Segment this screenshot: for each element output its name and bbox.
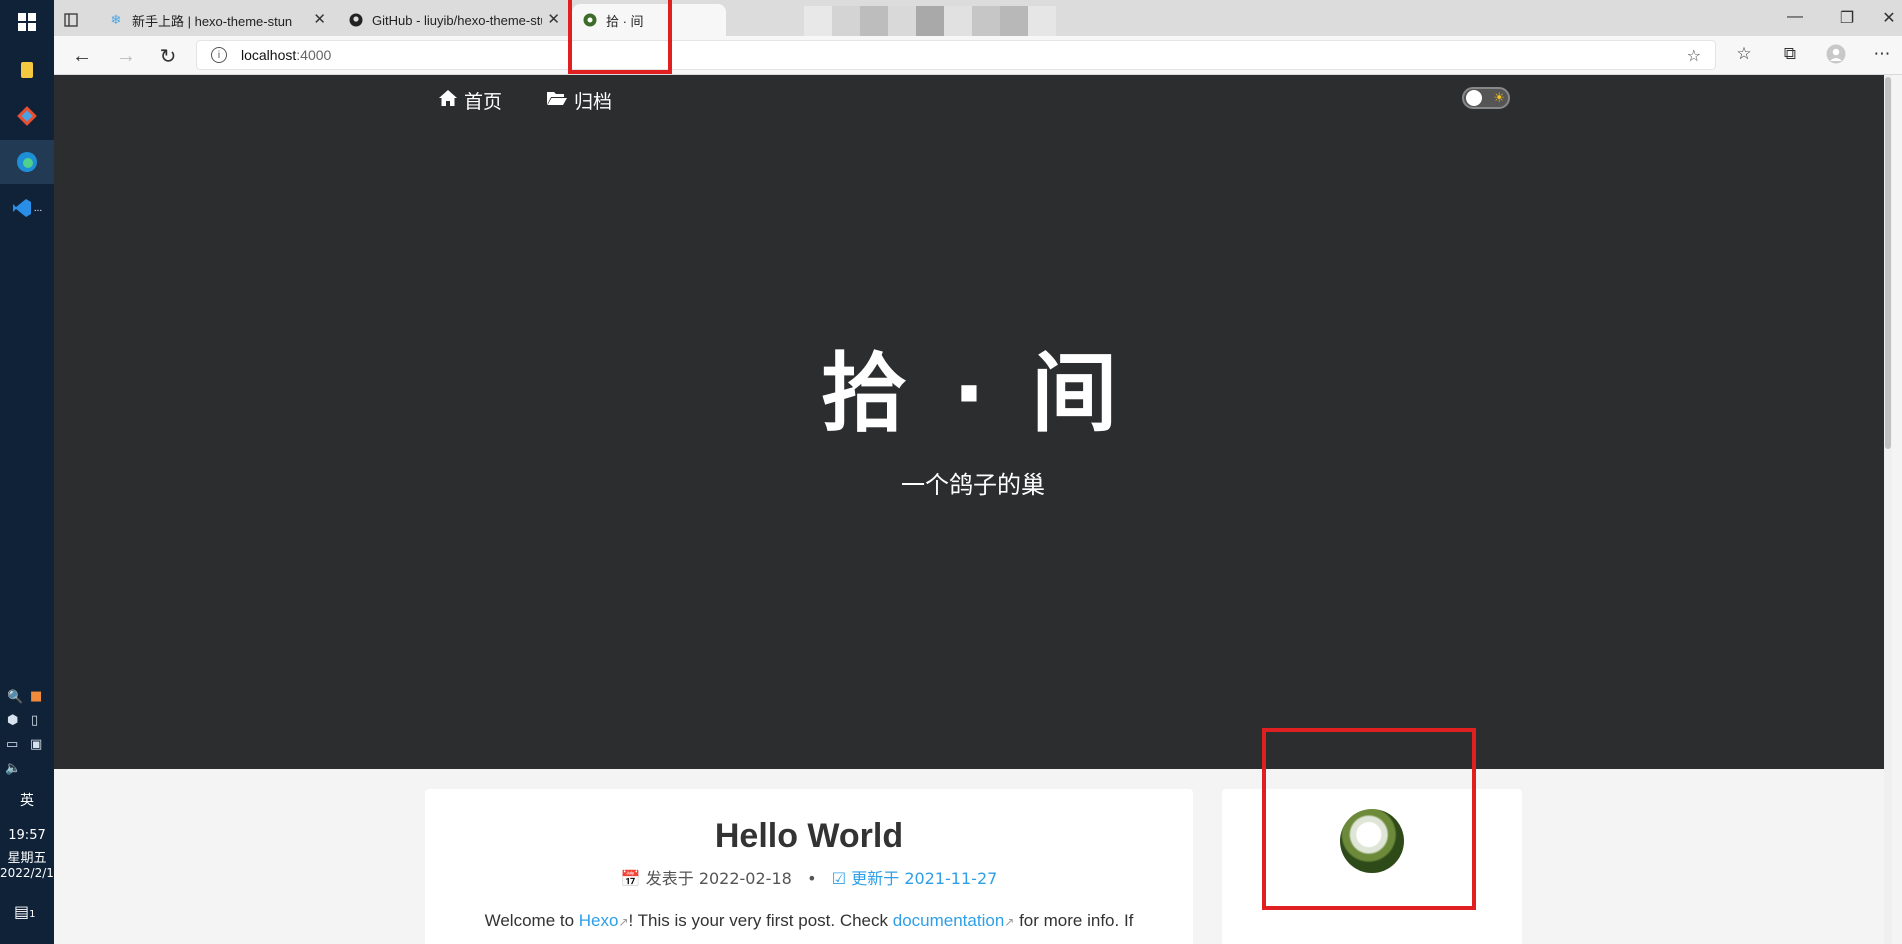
defender-tray-icon[interactable]: ⬢ xyxy=(7,713,18,728)
profile-avatar-icon[interactable] xyxy=(1824,44,1848,69)
home-icon xyxy=(438,89,458,112)
notification-center-icon[interactable]: ▤1 xyxy=(14,902,36,921)
file-explorer-icon[interactable] xyxy=(0,48,54,92)
refresh-icon: ↻ xyxy=(159,45,177,68)
tab-actions-button[interactable] xyxy=(54,4,94,36)
browser-toolbar: ← → ↻ i localhost:4000 ☆ ☆ ⧉ ⋯ xyxy=(54,36,1902,75)
external-link-icon: ↗ xyxy=(1004,915,1015,929)
vscode-label: ... xyxy=(33,202,43,214)
windows-start-icon[interactable] xyxy=(0,0,54,44)
post-title[interactable]: Hello World xyxy=(425,817,1193,856)
close-icon[interactable]: ✕ xyxy=(313,10,326,28)
site-title: 拾 · 间 xyxy=(820,344,1126,444)
add-favorite-icon[interactable]: ☆ xyxy=(1687,46,1701,66)
nav-archive-link[interactable]: 归档 xyxy=(546,87,612,114)
updated-label: 更新于 xyxy=(851,869,900,888)
ime-indicator[interactable]: 英 xyxy=(0,790,54,810)
calendar-plus-icon: 📅 xyxy=(620,869,641,888)
dark-mode-toggle[interactable]: ☀ xyxy=(1462,87,1510,109)
post-card: Hello World 📅 发表于 2022-02-18 • ☑ 更新于 202… xyxy=(425,789,1193,944)
clock-time[interactable]: 19:57 xyxy=(0,828,54,843)
published-date: 2022-02-18 xyxy=(698,869,792,888)
edge-browser-icon[interactable] xyxy=(0,140,54,184)
volume-tray-icon[interactable]: 🔈 xyxy=(5,761,21,776)
documentation-link[interactable]: documentation xyxy=(893,911,1005,930)
tab-title: 新手上路 | hexo-theme-stun xyxy=(132,13,293,29)
calendar-check-icon: ☑ xyxy=(831,869,847,888)
more-menu-icon[interactable]: ⋯ xyxy=(1870,44,1894,64)
scrollbar-thumb[interactable] xyxy=(1885,77,1891,449)
battery-tray-icon[interactable]: ▭ xyxy=(6,737,18,752)
page-scrollbar[interactable] xyxy=(1884,75,1892,944)
address-url[interactable]: localhost:4000 xyxy=(241,47,331,63)
collections-icon[interactable]: ⧉ xyxy=(1778,44,1802,64)
tab-github[interactable]: GitHub - liuyib/hexo-theme-stun ✕ xyxy=(338,4,568,36)
vscode-icon[interactable]: ... xyxy=(0,186,54,230)
tab-title: GitHub - liuyib/hexo-theme-stun xyxy=(372,12,542,28)
url-host: localhost xyxy=(241,47,297,63)
hexo-link[interactable]: Hexo xyxy=(579,911,619,930)
tab-actions-icon xyxy=(64,12,78,28)
stun-favicon-icon: ❄ xyxy=(110,12,122,27)
git-icon[interactable] xyxy=(0,94,54,138)
forward-button[interactable]: → xyxy=(112,42,140,70)
excerpt-text: for more info. If xyxy=(1014,911,1134,930)
windows-taskbar: ... 🔍 ■ ⬢ ▯ ▭ ▣ 🔈 英 19:57 星期五 2022/2/18 … xyxy=(0,0,62,944)
post-meta: 📅 发表于 2022-02-18 • ☑ 更新于 2021-11-27 xyxy=(425,865,1193,889)
excerpt-text: ! This is your very first post. Check xyxy=(628,911,893,930)
site-info-icon[interactable]: i xyxy=(211,47,227,63)
meta-separator: • xyxy=(807,869,817,888)
window-close-button[interactable]: ✕ xyxy=(1874,8,1902,28)
arrow-right-icon: → xyxy=(116,44,136,67)
sun-icon: ☀ xyxy=(1493,90,1505,105)
browser-tab-strip: ❄ 新手上路 | hexo-theme-stun ✕ GitHub - liuy… xyxy=(54,0,1902,42)
toggle-knob xyxy=(1466,90,1482,106)
favorites-icon[interactable]: ☆ xyxy=(1732,44,1756,64)
post-excerpt: Welcome to Hexo↗! This is your very firs… xyxy=(425,911,1193,931)
refresh-button[interactable]: ↻ xyxy=(154,42,182,70)
github-icon xyxy=(348,12,364,28)
web-page: 首页 归档 ☀ 拾 · 间 一个鸽子的巢 Hello World 📅 发表于 2… xyxy=(54,75,1892,944)
highlight-box-avatar xyxy=(1262,728,1476,910)
updated-date: 2021-11-27 xyxy=(904,869,998,888)
notification-count: 1 xyxy=(29,909,36,920)
search-tray-icon[interactable]: 🔍 xyxy=(7,690,23,705)
restore-button[interactable]: ❐ xyxy=(1832,8,1862,28)
close-icon[interactable]: ✕ xyxy=(547,10,560,28)
url-port: :4000 xyxy=(296,47,332,63)
excerpt-text: Welcome to xyxy=(484,911,579,930)
folder-open-icon xyxy=(546,90,568,111)
external-link-icon: ↗ xyxy=(618,915,629,929)
site-header-hero: 首页 归档 ☀ 拾 · 间 一个鸽子的巢 xyxy=(54,75,1892,769)
back-button[interactable]: ← xyxy=(68,42,96,70)
minimize-button[interactable]: — xyxy=(1780,8,1810,26)
app-tray-icon[interactable]: ■ xyxy=(30,689,42,704)
nav-home-link[interactable]: 首页 xyxy=(438,87,502,114)
site-subtitle: 一个鸽子的巢 xyxy=(901,471,1045,499)
nav-archive-label: 归档 xyxy=(574,91,613,113)
clock-weekday: 星期五 xyxy=(7,851,47,866)
tab-stun-docs[interactable]: ❄ 新手上路 | hexo-theme-stun ✕ xyxy=(98,4,334,36)
clock-date: 2022/2/18 xyxy=(0,866,62,880)
address-bar[interactable]: i localhost:4000 ☆ xyxy=(196,40,1716,70)
usb-tray-icon[interactable]: ▯ xyxy=(31,713,38,728)
published-label: 发表于 xyxy=(645,869,694,888)
nav-home-label: 首页 xyxy=(464,91,503,113)
highlight-box-tab xyxy=(568,0,672,74)
arrow-left-icon: ← xyxy=(72,44,92,67)
network-tray-icon[interactable]: ▣ xyxy=(30,737,42,752)
